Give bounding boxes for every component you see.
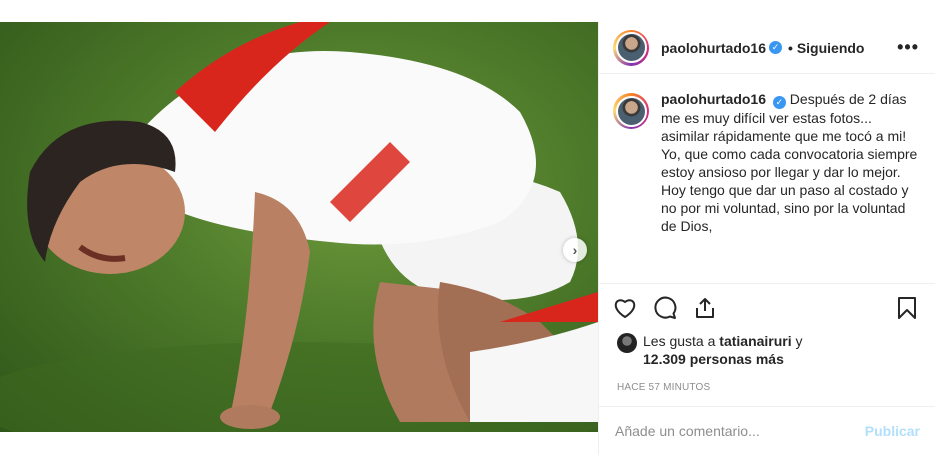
action-bar xyxy=(599,284,935,332)
follow-status[interactable]: • Siguiendo xyxy=(788,40,864,56)
chevron-right-icon: › xyxy=(572,242,578,258)
likes-conj: y xyxy=(791,333,803,349)
caption: paolohurtado16 ✓ Después de 2 días me es… xyxy=(599,74,935,284)
comment-form: Publicar xyxy=(599,406,935,455)
likes-text: Les gusta a tatianairuri y 12.309 person… xyxy=(643,332,803,368)
caption-text: paolohurtado16 ✓ Después de 2 días me es… xyxy=(661,90,919,283)
likes-summary: Les gusta a tatianairuri y 12.309 person… xyxy=(599,332,935,372)
avatar[interactable] xyxy=(613,29,649,66)
bookmark-icon[interactable] xyxy=(895,296,919,320)
post-sidebar: paolohurtado16 ✓ • Siguiendo ••• paolohu… xyxy=(598,22,935,455)
comment-icon[interactable] xyxy=(653,296,677,320)
caption-username[interactable]: paolohurtado16 xyxy=(661,91,766,107)
caption-line: Hoy tengo que dar un paso al costado y n… xyxy=(661,181,909,234)
avatar[interactable] xyxy=(613,93,649,129)
follow-status-label: Siguiendo xyxy=(796,39,865,56)
liker-avatar[interactable] xyxy=(617,333,637,353)
bullet-separator: • xyxy=(788,39,793,56)
likes-count[interactable]: 12.309 personas más xyxy=(643,351,784,367)
player-illustration xyxy=(0,22,598,432)
caption-line: Yo, que como cada convocatoria siempre e… xyxy=(661,145,918,180)
likes-prefix: Les gusta a xyxy=(643,333,720,349)
caption-line: paolohurtado16 ✓ Después de 2 días me es… xyxy=(661,90,919,145)
share-icon[interactable] xyxy=(693,296,717,320)
liker-username[interactable]: tatianairuri xyxy=(719,333,791,349)
post-header: paolohurtado16 ✓ • Siguiendo ••• xyxy=(599,22,935,74)
heart-icon[interactable] xyxy=(613,296,637,320)
comment-input[interactable] xyxy=(615,423,865,439)
post-photo[interactable]: › xyxy=(0,22,598,432)
publish-button[interactable]: Publicar xyxy=(865,423,920,439)
author-username[interactable]: paolohurtado16 xyxy=(661,40,766,56)
verified-badge-icon: ✓ xyxy=(772,95,786,109)
next-slide-button[interactable]: › xyxy=(563,238,587,262)
verified-badge-icon: ✓ xyxy=(769,41,783,54)
post-timestamp[interactable]: HACE 57 MINUTOS xyxy=(599,372,935,406)
more-options-icon[interactable]: ••• xyxy=(897,37,919,58)
